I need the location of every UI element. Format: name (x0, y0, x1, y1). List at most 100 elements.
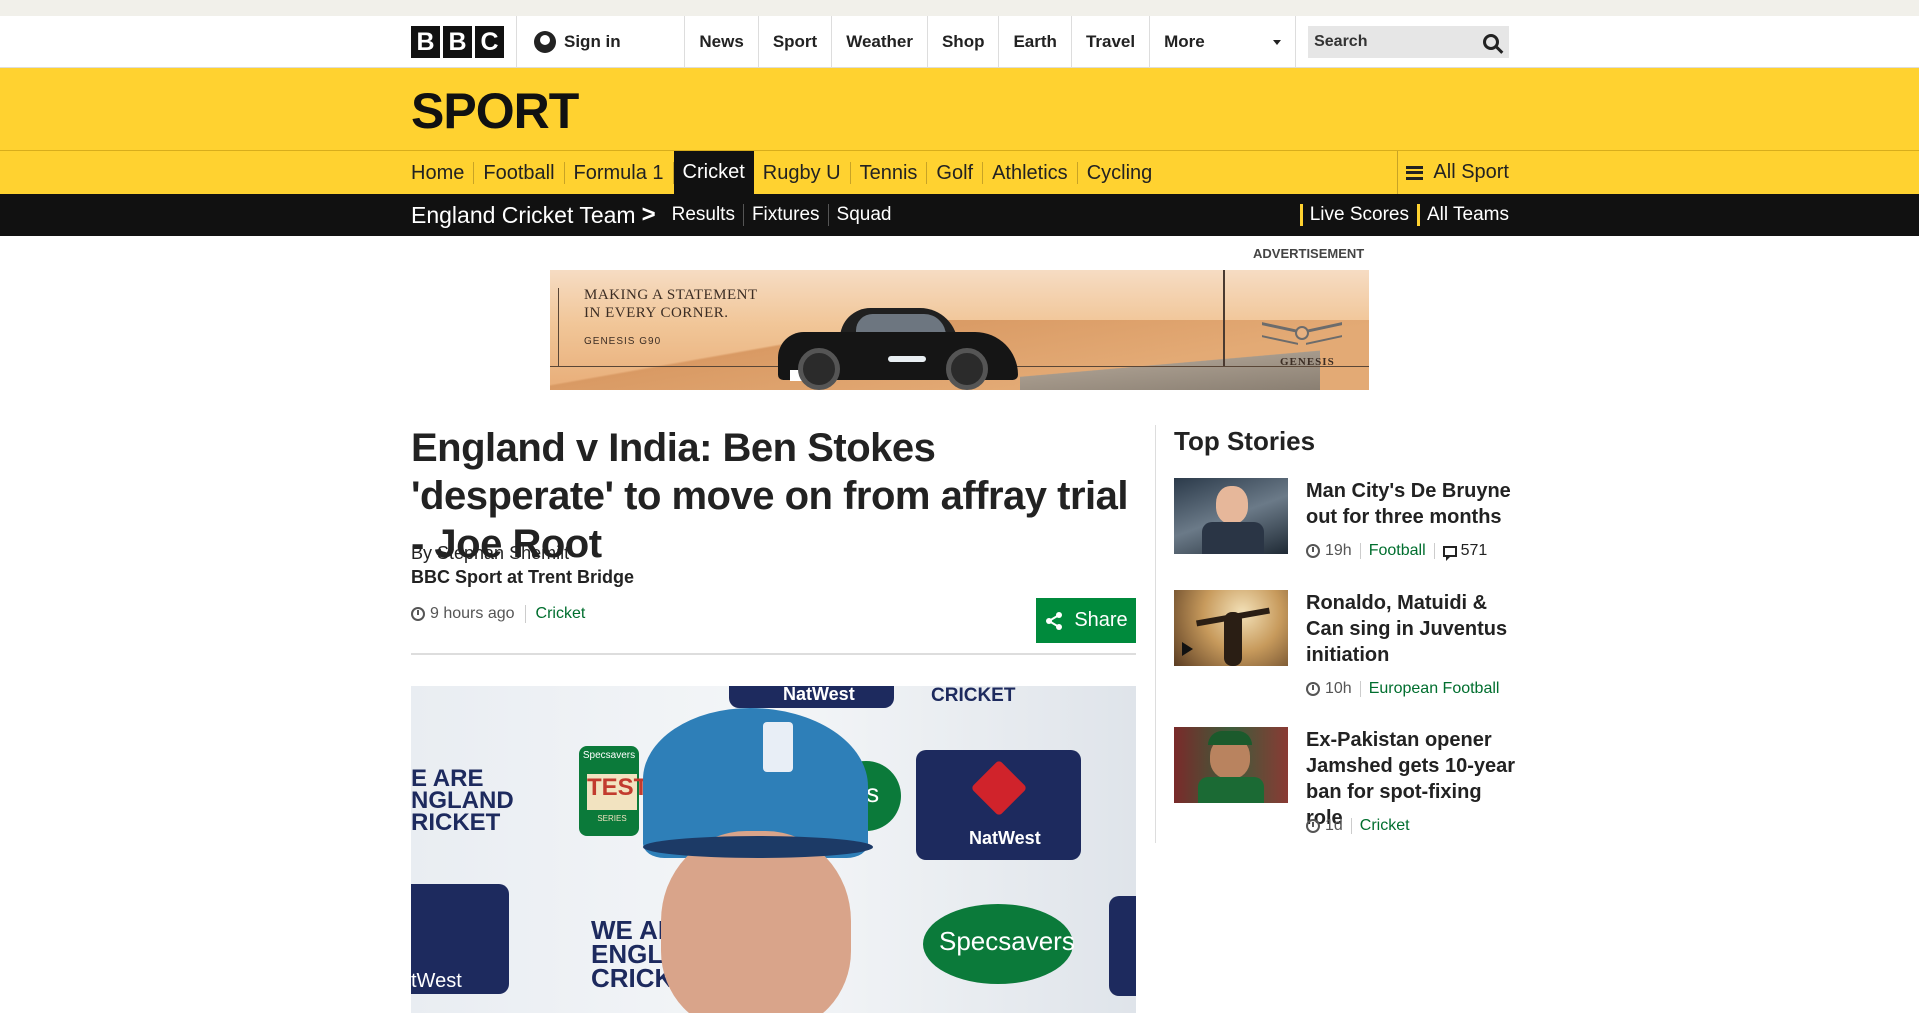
search-placeholder: Search (1314, 33, 1368, 50)
sport-nav: Home Football Formula 1 Cricket Rugby U … (0, 151, 1919, 194)
all-teams-link[interactable]: All Teams (1416, 204, 1509, 226)
team-link-results[interactable]: Results (664, 204, 744, 226)
search-input[interactable]: Search (1308, 26, 1509, 58)
nav-news[interactable]: News (685, 16, 759, 68)
nav-travel[interactable]: Travel (1072, 16, 1151, 68)
team-link-squad[interactable]: Squad (829, 204, 900, 226)
comment-icon (1442, 545, 1457, 561)
sponsor-text: NatWest (969, 828, 1041, 848)
sport-header: SPORT (0, 68, 1919, 151)
clock-icon (1306, 544, 1320, 558)
all-sport-label: All Sport (1433, 161, 1509, 183)
share-button[interactable]: Share (1036, 598, 1136, 643)
sport-nav-golf[interactable]: Golf (927, 161, 984, 184)
player-cap (1208, 731, 1252, 745)
player-shirt (1202, 522, 1264, 554)
car-image (778, 304, 1018, 390)
story-thumbnail[interactable] (1174, 727, 1288, 803)
sport-nav-athletics[interactable]: Athletics (983, 161, 1078, 184)
sponsor-text: Specsavers (939, 926, 1075, 956)
car-wheel (798, 348, 840, 390)
sport-nav-cycling[interactable]: Cycling (1078, 162, 1162, 184)
team-title[interactable]: England Cricket Team (411, 202, 636, 229)
bbc-logo[interactable]: B B C (411, 26, 504, 58)
article-section-link[interactable]: Cricket (536, 605, 586, 623)
player-face (661, 831, 851, 1013)
story-meta: 1d Cricket (1306, 817, 1410, 835)
ad-copy-line: MAKING A STATEMENT (584, 287, 758, 303)
global-nav: News Sport Weather Shop Earth Travel Mor… (684, 16, 1297, 68)
divider (524, 605, 526, 623)
sponsor-text: CRICKET (931, 686, 1016, 706)
logo-letter: B (411, 26, 440, 58)
caret-down-icon (1273, 39, 1282, 45)
story-time: 10h (1325, 680, 1352, 697)
article-time: 9 hours ago (430, 605, 515, 622)
divider (1359, 543, 1361, 559)
browser-top-strip (0, 0, 1919, 16)
top-stories-heading: Top Stories (1174, 426, 1316, 456)
all-sport-button[interactable]: All Sport (1397, 151, 1509, 194)
sponsor-text: Specsavers (582, 750, 636, 761)
sport-nav-tennis[interactable]: Tennis (851, 161, 928, 184)
advertisement-label: ADVERTISEMENT (1253, 246, 1365, 261)
chevron-right-icon: > (641, 201, 656, 228)
nav-earth[interactable]: Earth (999, 16, 1072, 68)
sign-in-link[interactable]: Sign in (516, 16, 684, 68)
sponsor-text: tWest (411, 970, 462, 992)
story-time: 19h (1325, 542, 1352, 559)
car-wheel (946, 348, 988, 390)
sport-title[interactable]: SPORT (411, 82, 579, 140)
user-icon (534, 31, 556, 53)
logo-letter: B (443, 26, 472, 58)
story-section-link[interactable]: European Football (1369, 680, 1500, 698)
live-scores-link[interactable]: Live Scores (1299, 204, 1409, 226)
search-icon[interactable] (1483, 34, 1499, 50)
car-headlight (888, 356, 926, 362)
author: By Stephan Shemilt (411, 543, 570, 563)
byline: By Stephan Shemilt BBC Sport at Trent Br… (411, 541, 634, 589)
ad-copy-line: IN EVERY CORNER. (584, 305, 729, 321)
story-title[interactable]: Ex-Pakistan opener Jamshed gets 10-year … (1306, 727, 1516, 831)
article-meta: 9 hours ago Cricket (411, 605, 585, 623)
advertisement-banner[interactable]: MAKING A STATEMENT IN EVERY CORNER. GENE… (550, 270, 1369, 390)
story-thumbnail[interactable] (1174, 478, 1288, 554)
sport-nav-football[interactable]: Football (474, 161, 565, 184)
share-label: Share (1074, 609, 1128, 631)
story-title[interactable]: Ronaldo, Matuidi & Can sing in Juventus … (1306, 590, 1516, 668)
story-thumbnail[interactable] (1174, 590, 1288, 666)
logo-letter: C (475, 26, 504, 58)
article-hero-image[interactable]: NatWest CRICKET NatWest Specsavers ers E… (411, 686, 1136, 1013)
sport-nav-rugby-union[interactable]: Rugby U (754, 161, 851, 184)
player-face (1216, 486, 1248, 524)
sponsor-board (1109, 896, 1136, 996)
menu-icon (1406, 165, 1424, 180)
comment-count[interactable]: 571 (1461, 542, 1488, 560)
nav-more-dropdown[interactable]: More (1150, 16, 1297, 68)
divider (1359, 681, 1361, 697)
story-meta: 19h Football 571 (1306, 542, 1488, 561)
story-time: 1d (1325, 817, 1343, 834)
story-title[interactable]: Man City's De Bruyne out for three month… (1306, 478, 1516, 530)
sport-nav-home[interactable]: Home (411, 161, 475, 184)
clock-icon (411, 607, 425, 621)
cap-brim (643, 836, 873, 858)
story-section-link[interactable]: Football (1369, 542, 1426, 560)
england-crest-icon (763, 722, 793, 772)
nav-shop[interactable]: Shop (928, 16, 1000, 68)
nav-sport[interactable]: Sport (759, 16, 833, 68)
sign-in-label: Sign in (564, 32, 621, 51)
frame-line (558, 288, 559, 366)
sport-nav-formula1[interactable]: Formula 1 (565, 161, 674, 184)
nav-weather[interactable]: Weather (832, 16, 928, 68)
clock-icon (1306, 819, 1320, 833)
story-section-link[interactable]: Cricket (1360, 817, 1410, 835)
frame-line (1223, 270, 1225, 366)
sidebar-divider (1155, 425, 1156, 843)
sponsor-text: NatWest (783, 686, 855, 704)
team-link-fixtures[interactable]: Fixtures (744, 204, 829, 226)
sport-nav-cricket[interactable]: Cricket (673, 151, 754, 194)
genesis-badge-icon (1295, 326, 1309, 340)
divider (1433, 543, 1435, 559)
road-graphic (1020, 350, 1320, 390)
